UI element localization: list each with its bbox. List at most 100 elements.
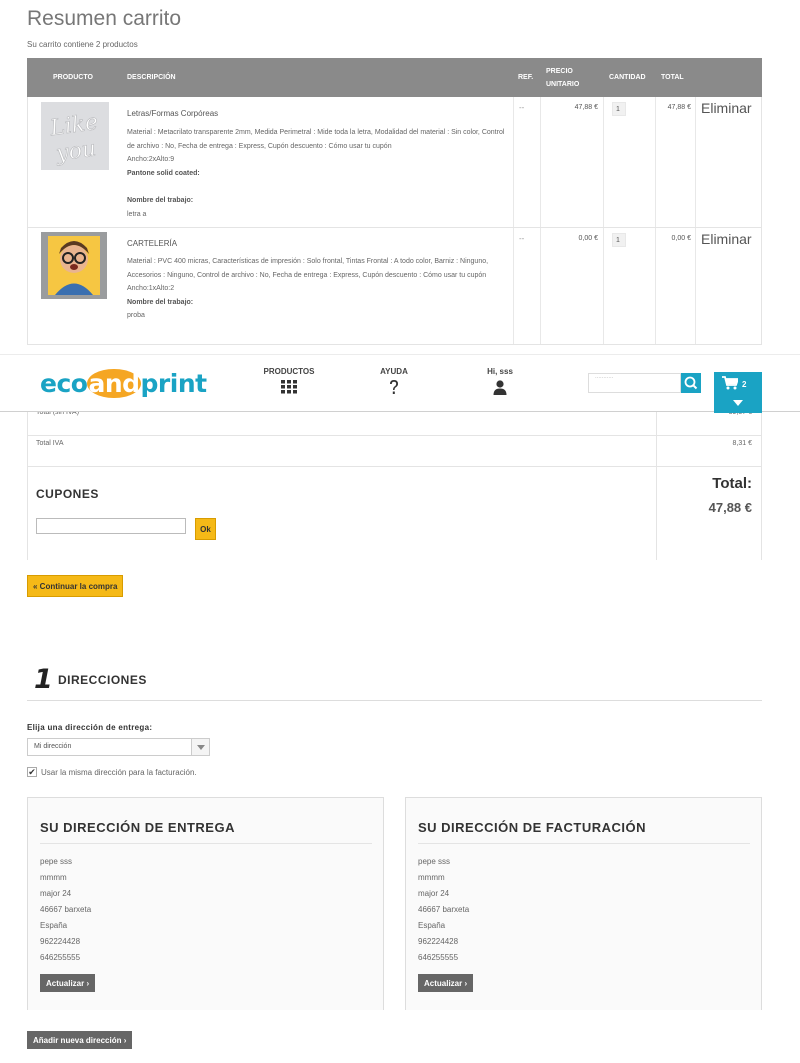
cart-count-text: Su carrito contiene 2 productos (27, 40, 138, 49)
site-logo[interactable]: ecoandprint (40, 369, 207, 398)
product-name[interactable]: CARTELERÍA (127, 239, 177, 248)
address-select[interactable]: Mi dirección (27, 738, 210, 756)
update-button-label: Actualizar (424, 978, 463, 988)
job-name-value: proba (127, 312, 145, 320)
job-name-value: letra a (127, 210, 147, 218)
nav-help-label: AYUDA (380, 367, 408, 376)
step-title: DIRECCIONES (58, 673, 147, 687)
product-details: Material : PVC 400 micras, Característic… (127, 255, 511, 323)
address-line: 962224428 (40, 937, 81, 946)
logo-part-print: print (140, 369, 208, 398)
nav-products[interactable]: PRODUCTOS (249, 367, 329, 394)
page-title: Resumen carrito (27, 7, 182, 30)
update-billing-address-button[interactable]: Actualizar › (418, 974, 474, 992)
address-select-value: Mi dirección (34, 743, 72, 750)
product-ref: -- (519, 234, 525, 243)
product-total: 47,88 € (667, 104, 691, 111)
update-button-label: Actualizar (46, 978, 85, 988)
site-navbar: ecoandprint PRODUCTOS AYUDA Hi, sss ....… (0, 354, 800, 413)
header-unit-price-line1: PRECIO (546, 67, 573, 75)
step-number: 1 (34, 664, 53, 695)
chevron-right-icon: › (464, 978, 468, 988)
product-image-letters[interactable]: Like you (41, 102, 109, 170)
cart-item-row: Like you Letras/Formas Corpóreas Materia… (27, 97, 762, 228)
delivery-address-box: SU DIRECCIÓN DE ENTREGA pepe sss mmmm ma… (27, 797, 384, 1010)
address-line: 962224428 (418, 937, 459, 946)
add-new-address-button[interactable]: Añadir nueva dirección › (27, 1031, 133, 1049)
grid-icon (281, 380, 297, 394)
header-quantity: CANTIDAD (609, 74, 646, 81)
logo-part-eco: eco (40, 369, 88, 398)
delivery-address-title: SU DIRECCIÓN DE ENTREGA (40, 820, 372, 844)
chevron-down-icon (191, 739, 209, 755)
product-size: Ancho:2xAlto:9 (127, 156, 175, 164)
cart-summary: Total (sin IVA) 39,57 € Total IVA 8,31 €… (27, 409, 762, 560)
header-description: DESCRIPCIÓN (127, 74, 176, 81)
nav-user[interactable]: Hi, sss (460, 367, 540, 395)
cart-table-header: PRODUCTO DESCRIPCIÓN REF. PRECIO UNITARI… (27, 58, 762, 97)
address-line: mmmm (418, 873, 445, 882)
header-product: PRODUCTO (53, 74, 93, 81)
caret-down-icon (733, 400, 743, 406)
remove-link[interactable]: Eliminar (701, 231, 752, 247)
product-details: Material : Metacrilato transparente 2mm,… (127, 126, 511, 222)
address-line: España (418, 921, 446, 930)
search-input[interactable]: ........... (588, 373, 681, 393)
same-billing-label: Usar la misma dirección para la facturac… (41, 767, 197, 777)
product-attributes: Material : Metacrilato transparente 2mm,… (127, 129, 505, 150)
job-name-label: Nombre del trabajo: (127, 298, 194, 306)
quantity-input[interactable]: 1 (612, 233, 626, 247)
product-ref: -- (519, 103, 525, 112)
cart-count-badge: 2 (742, 380, 747, 389)
tax-row: Total IVA 8,31 € (28, 436, 761, 467)
header-ref: REF. (518, 74, 534, 81)
nav-user-label: Hi, sss (487, 367, 513, 376)
cart-icon (722, 376, 738, 390)
addresses-step-header: 1 DIRECCIONES (27, 663, 762, 701)
total-value: 47,88 € (708, 500, 752, 515)
header-unit-price: PRECIO UNITARIO (546, 58, 579, 97)
chevron-right-icon: › (86, 978, 90, 988)
nav-products-label: PRODUCTOS (263, 367, 315, 376)
cart-button[interactable]: 2 (714, 372, 762, 413)
choose-address-label: Elija una dirección de entrega: (27, 723, 153, 732)
address-line: mmmm (40, 873, 67, 882)
product-name[interactable]: Letras/Formas Corpóreas (127, 109, 218, 118)
search-button[interactable] (681, 373, 701, 393)
nav-help[interactable]: AYUDA (354, 367, 434, 395)
header-unit-price-line2: UNITARIO (546, 80, 580, 88)
header-total: TOTAL (661, 74, 684, 81)
coupon-input[interactable] (36, 518, 186, 534)
product-unit-price: 47,88 € (574, 104, 598, 111)
address-line: 46667 barxeta (418, 905, 470, 914)
logo-part-and: and (87, 369, 141, 398)
address-line: pepe sss (40, 857, 73, 866)
remove-link[interactable]: Eliminar (701, 100, 752, 116)
add-address-label: Añadir nueva dirección (33, 1035, 122, 1045)
user-icon (493, 380, 507, 395)
coupon-ok-button[interactable]: Ok (195, 518, 216, 540)
pantone-label: Pantone solid coated: (127, 169, 200, 177)
address-line: 46667 barxeta (40, 905, 92, 914)
question-icon (390, 380, 398, 394)
job-name-label: Nombre del trabajo: (127, 197, 194, 205)
billing-address-title: SU DIRECCIÓN DE FACTURACIÓN (418, 820, 750, 844)
tax-value: 8,31 € (732, 440, 752, 447)
address-line: España (40, 921, 68, 930)
product-unit-price: 0,00 € (578, 235, 598, 242)
total-label: Total: (712, 475, 752, 492)
same-billing-checkbox[interactable]: ✔ (27, 767, 37, 777)
search-icon (684, 376, 698, 390)
billing-address-box: SU DIRECCIÓN DE FACTURACIÓN pepe sss mmm… (405, 797, 762, 1010)
product-image-poster[interactable] (41, 232, 107, 299)
continue-shopping-button[interactable]: « Continuar la compra (27, 575, 124, 597)
cart-item-row: CARTELERÍA Material : PVC 400 micras, Ca… (27, 228, 762, 345)
chevron-right-icon: › (123, 1035, 127, 1045)
quantity-input[interactable]: 1 (612, 102, 626, 116)
update-delivery-address-button[interactable]: Actualizar › (40, 974, 96, 992)
address-line: major 24 (418, 889, 450, 898)
product-attributes: Material : PVC 400 micras, Característic… (127, 258, 489, 279)
product-size: Ancho:1xAlto:2 (127, 285, 175, 293)
coupons-title: CUPONES (36, 487, 99, 501)
same-billing-option[interactable]: ✔ Usar la misma dirección para la factur… (27, 767, 197, 777)
